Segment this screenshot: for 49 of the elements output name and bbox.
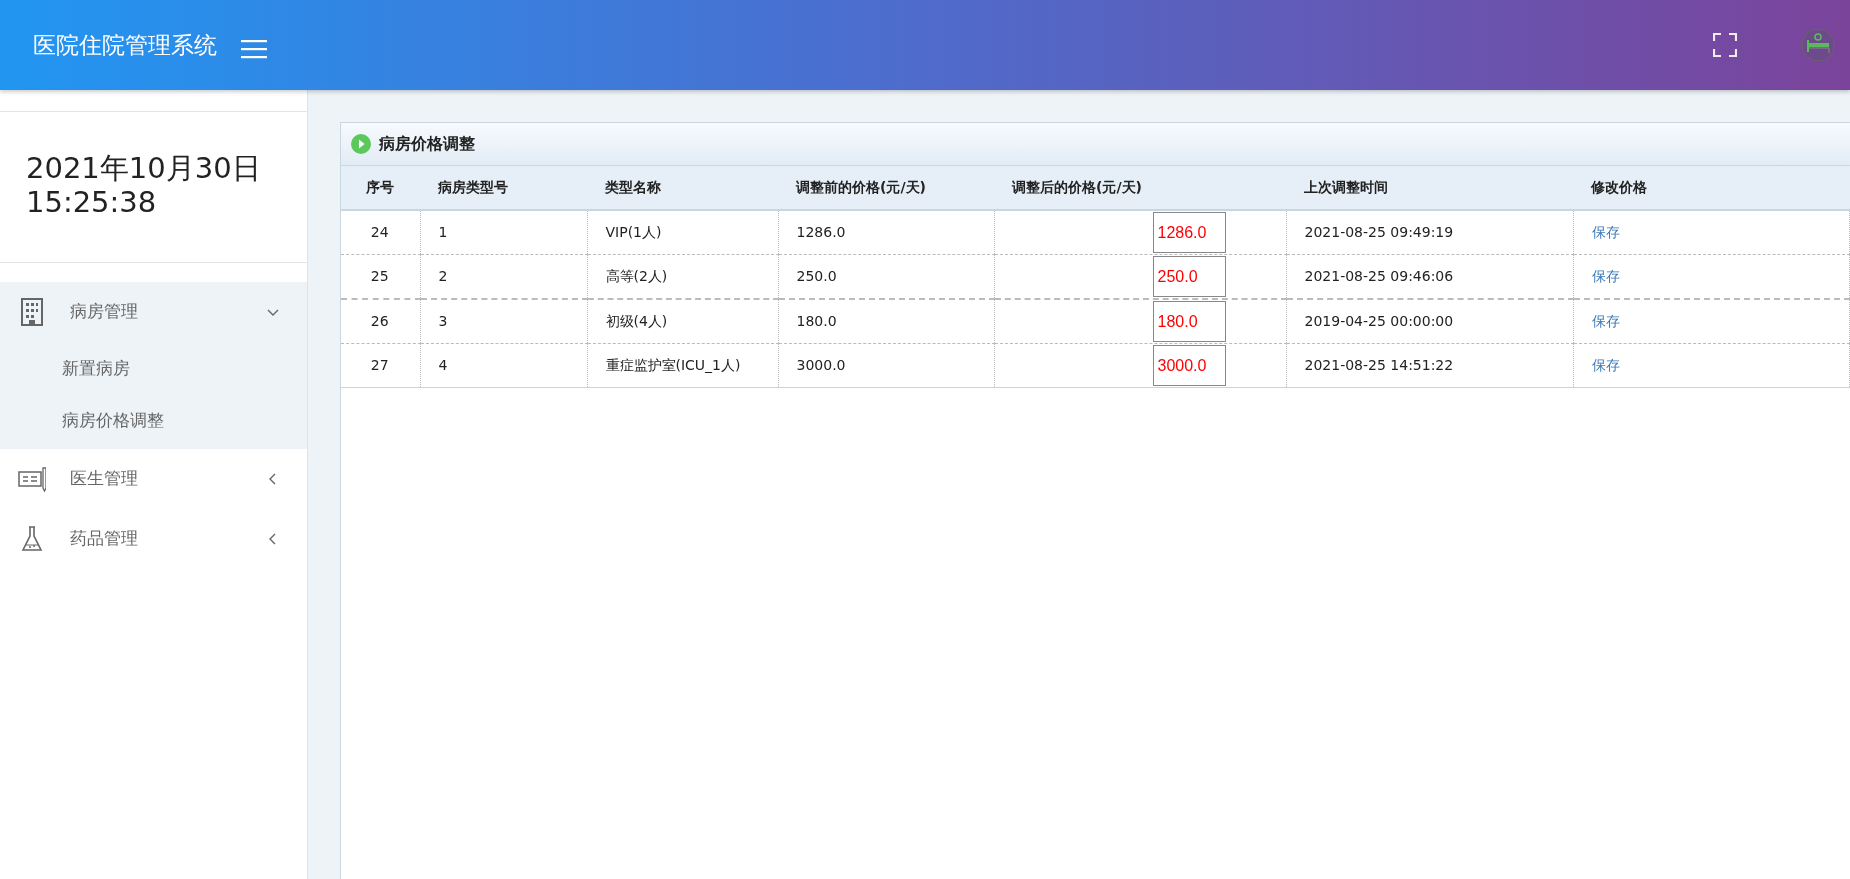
menu-item[interactable]: 医生管理	[0, 448, 307, 509]
table-cell: 高等(2人)	[587, 254, 778, 299]
column-header: 修改价格	[1573, 166, 1850, 210]
save-link[interactable]: 保存	[1591, 268, 1620, 284]
save-link[interactable]: 保存	[1591, 357, 1620, 373]
menu-item[interactable]: 病房管理	[0, 281, 307, 342]
table-cell: 180.0	[778, 299, 994, 344]
time-text: 15:25:38	[26, 185, 158, 220]
app-title: 医院住院管理系统	[33, 30, 217, 60]
table-cell: 1	[420, 210, 587, 255]
menu-icon[interactable]	[241, 39, 267, 59]
column-header: 序号	[341, 166, 420, 210]
column-header: 调整后的价格(元/天)	[994, 166, 1286, 210]
table-cell: 2019-04-25 00:00:00	[1286, 299, 1573, 344]
menu-item[interactable]: 药品管理	[0, 508, 307, 569]
save-link[interactable]: 保存	[1591, 224, 1620, 240]
column-header: 病房类型号	[420, 166, 587, 210]
price-input[interactable]: 3000.0	[1152, 345, 1226, 386]
table-cell: 27	[341, 343, 420, 388]
table-cell: 25	[341, 254, 420, 299]
avatar-icon[interactable]	[1801, 28, 1835, 62]
table-cell: 2021-08-25 09:49:19	[1286, 210, 1573, 255]
table-cell: 26	[341, 299, 420, 344]
date-text: 2021年10月30日	[26, 152, 262, 186]
table-cell: 2021-08-25 14:51:22	[1286, 343, 1573, 388]
column-header: 类型名称	[587, 166, 778, 210]
price-input[interactable]: 1286.0	[1152, 212, 1226, 253]
table-cell: 4	[420, 343, 587, 388]
play-icon	[351, 134, 371, 154]
save-link[interactable]: 保存	[1591, 313, 1620, 329]
table-cell: 250.0	[778, 254, 994, 299]
table-cell: 24	[341, 210, 420, 255]
column-header: 上次调整时间	[1286, 166, 1573, 210]
table-cell: 3	[420, 299, 587, 344]
table-cell: VIP(1人)	[587, 210, 778, 255]
table-cell: 重症监护室(ICU_1人)	[587, 343, 778, 388]
panel-title: 病房价格调整	[379, 133, 475, 155]
price-input[interactable]: 250.0	[1152, 256, 1226, 297]
table-cell: 1286.0	[778, 210, 994, 255]
building-icon	[18, 296, 46, 327]
price-input[interactable]: 180.0	[1152, 301, 1226, 342]
submenu-item[interactable]: 病房价格调整	[0, 393, 307, 446]
table-cell: 初级(4人)	[587, 299, 778, 344]
submenu-item[interactable]: 新置病房	[0, 341, 307, 394]
column-header: 调整前的价格(元/天)	[778, 166, 994, 210]
table-cell: 2	[420, 254, 587, 299]
table-cell: 3000.0	[778, 343, 994, 388]
fullscreen-icon[interactable]	[1713, 33, 1737, 57]
table-cell: 2021-08-25 09:46:06	[1286, 254, 1573, 299]
